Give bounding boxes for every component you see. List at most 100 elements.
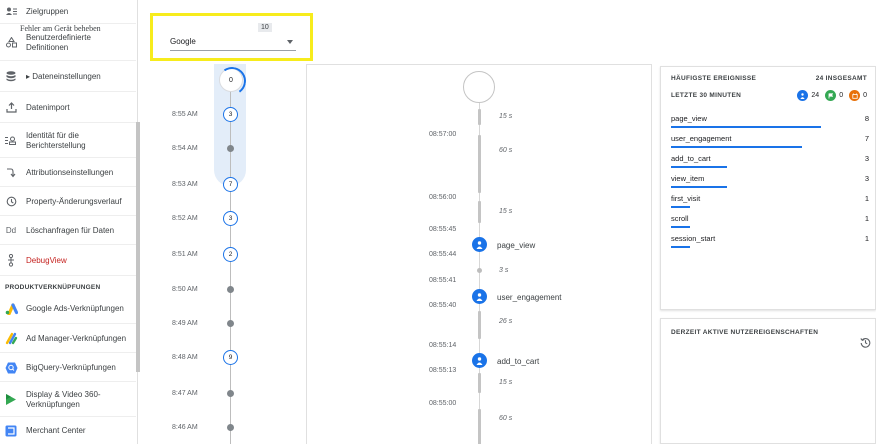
user-event-icon — [476, 240, 483, 249]
event-name: session_start — [671, 234, 716, 243]
top-event-row[interactable]: add_to_cart 3 — [671, 152, 869, 168]
minute-label: 8:51 AM — [172, 251, 198, 258]
minute-label: 8:47 AM — [172, 390, 198, 397]
sidebar-item-audiences[interactable]: Zielgruppen — [0, 0, 136, 24]
minutes-current-count: 0 — [229, 76, 233, 84]
minute-event-count[interactable]: 3 — [223, 107, 238, 122]
user-properties-card: DERZEIT AKTIVE NUTZEREIGENSCHAFTEN — [660, 318, 876, 444]
device-dropdown[interactable]: Google — [170, 37, 296, 51]
event-share-bar — [671, 126, 821, 128]
event-name: scroll — [671, 214, 689, 223]
event-name: page_view — [671, 114, 707, 123]
gap-duration: 60 s — [499, 147, 513, 154]
minutes-current-counter[interactable]: 0 — [219, 68, 243, 92]
sidebar-section-product-links: PRODUKTVERKNÜPFUNGEN — [5, 284, 101, 291]
event-marker-add-to-cart[interactable] — [472, 353, 487, 368]
top-event-row[interactable]: session_start 1 — [671, 232, 869, 248]
stream-timestamp: 08:55:00 — [429, 400, 457, 407]
top-event-row[interactable]: page_view 8 — [671, 112, 869, 128]
sidebar-item-google-ads-links[interactable]: Google Ads-Verknüpfungen — [0, 294, 136, 324]
device-selector-title: Fehler am Gerät beheben — [20, 24, 101, 33]
dropdown-arrow-icon — [287, 40, 293, 44]
sidebar-item-label: Ad Manager-Verknüpfungen — [26, 333, 127, 343]
minute-count-value: 3 — [228, 215, 233, 222]
debugview-page: Zielgruppen Benutzerdefinierte Definitio… — [0, 0, 876, 444]
top-events-timeframe: LETZTE 30 MINUTEN — [671, 92, 742, 99]
minute-event-count[interactable]: 2 — [223, 247, 238, 262]
sidebar-item-reporting-identity[interactable]: Identität für die Berichterstellung — [0, 124, 136, 158]
stream-timestamp: 08:55:40 — [429, 302, 457, 309]
event-count: 8 — [864, 114, 869, 123]
minute-label: 8:46 AM — [172, 424, 198, 431]
debug-icon — [0, 254, 22, 267]
minute-label: 8:55 AM — [172, 111, 198, 118]
top-events-total: 24 INSGESAMT — [815, 75, 867, 82]
event-label[interactable]: user_engagement — [497, 293, 562, 302]
user-properties-title: DERZEIT AKTIVE NUTZEREIGENSCHAFTEN — [671, 329, 819, 336]
user-event-icon — [476, 292, 483, 301]
sidebar-item-label: Löschanfragen für Daten — [26, 225, 115, 235]
sidebar-item-merchant-center[interactable]: Merchant Center — [0, 418, 136, 444]
conversion-stat-value: 0 — [839, 92, 844, 99]
history-icon[interactable] — [860, 335, 871, 353]
event-label[interactable]: add_to_cart — [497, 357, 539, 366]
gap-duration: 15 s — [499, 379, 513, 386]
stream-timestamp: 08:57:00 — [429, 131, 457, 138]
dv360-icon — [0, 393, 22, 406]
event-type-stats: 24 0 0 — [791, 90, 867, 101]
gap-duration: 26 s — [499, 318, 513, 325]
sidebar-item-property-change-history[interactable]: Property-Änderungsverlauf — [0, 188, 136, 216]
sidebar-item-attribution-settings[interactable]: Attributionseinstellungen — [0, 159, 136, 187]
top-events-card: HÄUFIGSTE EREIGNISSE 24 INSGESAMT LETZTE… — [660, 66, 876, 310]
event-name: view_item — [671, 174, 705, 183]
minute-event-count[interactable]: 3 — [223, 211, 238, 226]
sidebar-item-data-deletion-requests[interactable]: Dd Löschanfragen für Daten — [0, 217, 136, 245]
user-event-icon — [476, 356, 483, 365]
sidebar-item-ad-manager-links[interactable]: Ad Manager-Verknüpfungen — [0, 325, 136, 353]
stream-timestamp: 08:55:45 — [429, 226, 457, 233]
minute-empty-dot — [227, 145, 234, 152]
top-event-row[interactable]: first_visit 1 — [671, 192, 869, 208]
sidebar-item-debugview[interactable]: DebugView — [0, 246, 136, 276]
minute-empty-dot — [227, 286, 234, 293]
minute-event-count[interactable]: 7 — [223, 177, 238, 192]
custom-definitions-icon — [0, 37, 22, 48]
admin-sidebar: Zielgruppen Benutzerdefinierte Definitio… — [0, 0, 140, 444]
event-count: 7 — [864, 134, 869, 143]
sidebar-item-label: Benutzerdefinierte Definitionen — [26, 32, 91, 52]
event-marker-user-engagement[interactable] — [472, 289, 487, 304]
stream-timestamp: 08:55:41 — [429, 277, 457, 284]
sidebar-item-data-import[interactable]: Datenimport — [0, 93, 136, 123]
minute-event-count[interactable]: 9 — [223, 350, 238, 365]
seconds-stream: 15 s 08:57:00 60 s 08:56:00 15 s 08:55:4… — [306, 64, 652, 444]
device-dropdown-value: Google — [170, 37, 196, 46]
minute-label: 8:52 AM — [172, 215, 198, 222]
bigquery-icon — [0, 362, 22, 374]
upload-icon — [0, 102, 22, 113]
sidebar-item-label: Identität für die Berichterstellung — [26, 130, 86, 150]
event-share-bar — [671, 166, 727, 168]
event-label[interactable]: page_view — [497, 241, 535, 250]
database-icon — [0, 71, 22, 82]
event-marker-page-view[interactable] — [472, 237, 487, 252]
stream-gap-segment — [478, 409, 481, 444]
sidebar-item-label: Display & Video 360-Verknüpfungen — [26, 389, 101, 409]
minute-count-value: 7 — [228, 181, 233, 188]
stream-timestamp: 08:55:14 — [429, 342, 457, 349]
top-event-row[interactable]: view_item 3 — [671, 172, 869, 188]
gap-duration: 3 s — [499, 267, 509, 274]
minute-count-value: 9 — [228, 354, 233, 361]
sidebar-scrollbar[interactable] — [136, 122, 140, 372]
top-event-row[interactable]: user_engagement 7 — [671, 132, 869, 148]
conversion-flag-icon — [825, 90, 837, 101]
delete-data-icon: Dd — [5, 225, 17, 235]
identity-icon — [0, 136, 22, 145]
audience-icon — [0, 7, 22, 16]
top-event-row[interactable]: scroll 1 — [671, 212, 869, 228]
sidebar-item-bigquery-links[interactable]: BigQuery-Verknüpfungen — [0, 354, 136, 382]
sidebar-item-data-settings[interactable]: ▸ Dateneinstellungen — [0, 62, 136, 92]
seconds-stream-head — [463, 71, 495, 103]
sidebar-item-dv360-links[interactable]: Display & Video 360-Verknüpfungen — [0, 383, 136, 417]
sidebar-item-label: Attributionseinstellungen — [26, 167, 114, 177]
event-count: 1 — [864, 194, 869, 203]
